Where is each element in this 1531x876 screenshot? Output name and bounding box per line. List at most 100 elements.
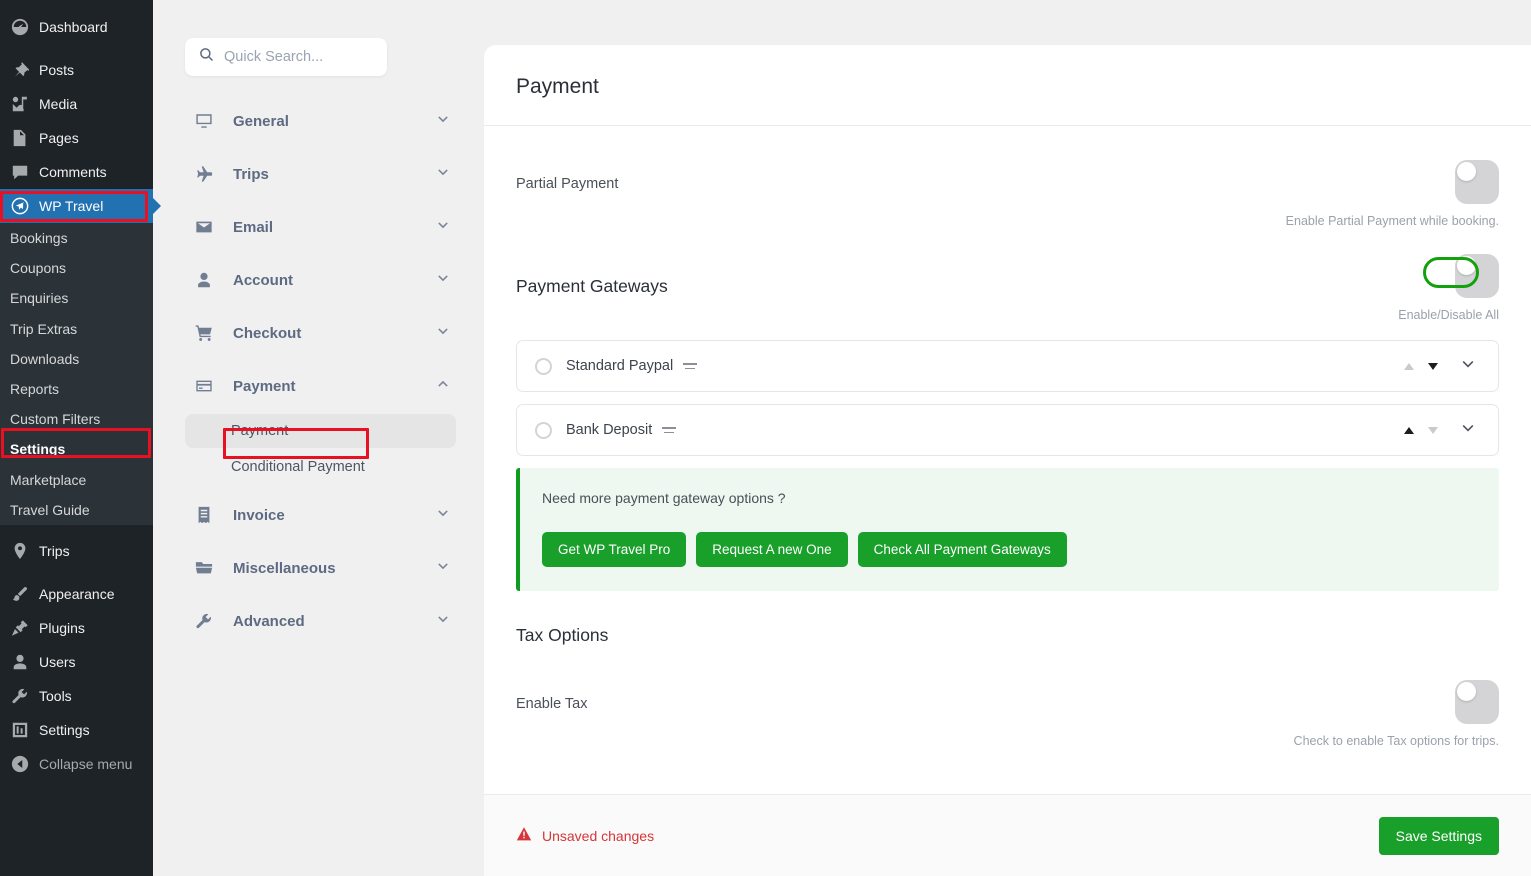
brush-icon — [10, 584, 30, 604]
gateway-row-standard-paypal[interactable]: Standard Paypal — [516, 340, 1499, 392]
panel-body: Partial Payment Enable Partial Payment w… — [484, 126, 1531, 794]
nav-group-checkout[interactable]: Checkout — [185, 314, 456, 352]
sidebar-item-label: Comments — [39, 164, 107, 180]
admin-app: Dashboard Posts Media Pages Comments WP … — [0, 0, 1531, 876]
submenu-item-custom-filters[interactable]: Custom Filters — [0, 404, 153, 434]
sidebar-item-collapse-menu[interactable]: Collapse menu — [0, 747, 153, 781]
person-icon — [193, 269, 215, 291]
nav-group-label: Invoice — [233, 506, 285, 524]
location-pin-icon — [10, 541, 30, 561]
drag-handle-icon[interactable] — [662, 426, 677, 434]
wrench-icon — [10, 686, 30, 706]
chevron-down-icon — [436, 559, 450, 577]
submenu-item-travel-guide[interactable]: Travel Guide — [0, 495, 153, 525]
sidebar-item-settings[interactable]: Settings — [0, 713, 153, 747]
payment-gateways-control: Enable/Disable All — [1249, 254, 1499, 322]
plug-icon — [10, 618, 30, 638]
user-icon — [10, 652, 30, 672]
nav-group-account[interactable]: Account — [185, 261, 456, 299]
save-settings-button[interactable]: Save Settings — [1378, 816, 1499, 855]
expand-chevron-down-icon[interactable] — [1460, 356, 1476, 377]
check-all-payment-gateways-button[interactable]: Check All Payment Gateways — [857, 532, 1067, 567]
submenu-item-trip-extras[interactable]: Trip Extras — [0, 314, 153, 344]
nav-group-invoice[interactable]: Invoice — [185, 496, 456, 534]
wp-travel-icon — [10, 196, 30, 216]
nav-group-label: Checkout — [233, 324, 302, 342]
tax-options-section: Tax Options Enable Tax Check to enable T… — [516, 591, 1499, 748]
sidebar-item-media[interactable]: Media — [0, 87, 153, 121]
expand-chevron-down-icon[interactable] — [1460, 420, 1476, 441]
submenu-item-reports[interactable]: Reports — [0, 374, 153, 404]
nav-group-label: Miscellaneous — [233, 559, 336, 577]
sidebar-item-label: Appearance — [39, 585, 115, 602]
wp-admin-sidebar: Dashboard Posts Media Pages Comments WP … — [0, 0, 161, 876]
chevron-up-icon — [436, 377, 450, 395]
settings-nav-panel: General Trips Email — [153, 0, 484, 876]
quick-search-box[interactable] — [185, 38, 387, 76]
enable-disable-all-toggle[interactable] — [1455, 254, 1499, 298]
submenu-item-coupons[interactable]: Coupons — [0, 253, 153, 283]
partial-payment-help: Enable Partial Payment while booking. — [1285, 214, 1499, 228]
request-a-new-one-button[interactable]: Request A new One — [696, 532, 848, 567]
drag-handle-icon[interactable] — [683, 362, 698, 370]
nav-group-trips[interactable]: Trips — [185, 155, 456, 193]
chevron-down-icon — [436, 506, 450, 524]
get-wp-travel-pro-button[interactable]: Get WP Travel Pro — [542, 532, 687, 567]
gateway-enable-circle-icon[interactable] — [535, 421, 552, 439]
chevron-down-icon — [436, 324, 450, 342]
sidebar-item-label: Tools — [39, 687, 72, 704]
monitor-icon — [193, 110, 215, 132]
move-down-arrow-icon[interactable] — [1428, 426, 1438, 434]
nav-group-email[interactable]: Email — [185, 208, 456, 246]
gateway-enable-circle-icon[interactable] — [535, 357, 552, 375]
nav-group-payment[interactable]: Payment — [185, 367, 456, 405]
submenu-item-settings[interactable]: Settings — [0, 434, 153, 464]
partial-payment-toggle[interactable] — [1455, 160, 1499, 204]
dashboard-icon — [10, 17, 30, 37]
nav-group-label: Payment — [233, 377, 296, 395]
gateway-reorder-controls — [1404, 362, 1438, 370]
nav-group-advanced[interactable]: Advanced — [185, 602, 456, 640]
payment-gateway-list: Standard Paypal Bank Deposit — [516, 340, 1499, 456]
sidebar-item-tools[interactable]: Tools — [0, 679, 153, 713]
wrench-icon — [193, 610, 215, 632]
nav-group-general[interactable]: General — [185, 102, 456, 140]
sidebar-item-wp-travel[interactable]: WP Travel — [0, 189, 161, 223]
nav-group-miscellaneous[interactable]: Miscellaneous — [185, 549, 456, 587]
submenu-item-marketplace[interactable]: Marketplace — [0, 465, 153, 495]
nav-child-conditional-payment[interactable]: Conditional Payment — [185, 450, 456, 484]
nav-child-payment[interactable]: Payment — [185, 414, 456, 448]
receipt-icon — [193, 504, 215, 526]
search-icon — [199, 47, 214, 67]
move-down-arrow-icon[interactable] — [1428, 362, 1438, 370]
chevron-down-icon — [436, 112, 450, 130]
toggle-knob — [1457, 682, 1476, 701]
sidebar-item-label: Collapse menu — [39, 755, 133, 772]
search-input[interactable] — [224, 49, 373, 65]
submenu-item-bookings[interactable]: Bookings — [0, 223, 153, 253]
sidebar-item-posts[interactable]: Posts — [0, 53, 153, 87]
sidebar-item-pages[interactable]: Pages — [0, 121, 153, 155]
move-up-arrow-icon[interactable] — [1404, 426, 1414, 434]
sidebar-item-plugins[interactable]: Plugins — [0, 611, 153, 645]
sidebar-item-dashboard[interactable]: Dashboard — [0, 10, 153, 44]
partial-payment-label: Partial Payment — [516, 176, 619, 192]
gateway-name: Bank Deposit — [566, 422, 653, 438]
sidebar-item-users[interactable]: Users — [0, 645, 153, 679]
sidebar-item-comments[interactable]: Comments — [0, 155, 153, 189]
sidebar-item-trips[interactable]: Trips — [0, 534, 153, 568]
submenu-item-downloads[interactable]: Downloads — [0, 344, 153, 374]
enable-tax-toggle[interactable] — [1455, 680, 1499, 724]
settings-nav-groups: General Trips Email Account Checkout Pay… — [185, 102, 456, 640]
gateway-row-bank-deposit[interactable]: Bank Deposit — [516, 404, 1499, 456]
cart-icon — [193, 322, 215, 344]
chevron-down-icon — [436, 165, 450, 183]
nav-group-label: General — [233, 112, 289, 130]
sidebar-item-appearance[interactable]: Appearance — [0, 577, 153, 611]
wp-travel-submenu: Bookings Coupons Enquiries Trip Extras D… — [0, 223, 153, 525]
sidebar-item-label: Media — [39, 96, 78, 112]
submenu-item-enquiries[interactable]: Enquiries — [0, 283, 153, 313]
chevron-down-icon — [436, 218, 450, 236]
move-up-arrow-icon[interactable] — [1404, 362, 1414, 370]
enable-tax-row: Enable Tax Check to enable Tax options f… — [516, 646, 1499, 748]
